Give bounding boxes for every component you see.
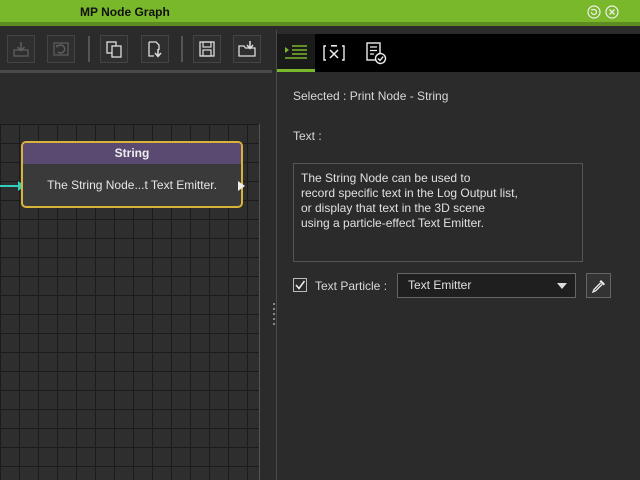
properties-icon (285, 44, 307, 59)
window-title: MP Node Graph (80, 5, 170, 19)
close-icon[interactable] (604, 4, 620, 20)
import-icon (13, 42, 29, 57)
toolbar-separator (181, 36, 183, 62)
graph-toolbar (0, 30, 272, 73)
chevron-down-icon (557, 283, 567, 289)
load-folder-icon (238, 41, 256, 57)
node-output-port[interactable] (238, 181, 245, 191)
properties-panel: Selected : Print Node - String Text : Th… (276, 30, 640, 480)
tab-log-checklist[interactable] (357, 34, 395, 72)
tab-properties[interactable] (277, 34, 315, 72)
node-body-text: The String Node...t Text Emitter. (47, 178, 217, 192)
text-field-label: Text : (293, 129, 322, 143)
panel-tab-bar (277, 34, 640, 72)
eyedropper-icon (591, 279, 605, 293)
save-icon (199, 41, 215, 57)
input-connection-edge[interactable] (0, 185, 19, 187)
load-folder-button[interactable] (233, 35, 261, 63)
toolbar-separator (88, 36, 90, 62)
pick-emitter-button[interactable] (586, 273, 611, 298)
log-checklist-icon (366, 42, 387, 65)
selected-node-label: Selected : Print Node - String (293, 89, 449, 103)
string-node[interactable]: String The String Node...t Text Emitter. (21, 141, 243, 208)
copy-button[interactable] (100, 35, 128, 63)
undo-button[interactable] (47, 35, 75, 63)
import-button[interactable] (7, 35, 35, 63)
title-bar: MP Node Graph (0, 0, 640, 26)
undo-icon (53, 42, 69, 56)
text-input[interactable]: The String Node can be used to record sp… (293, 163, 583, 262)
canvas-border (259, 124, 260, 480)
paste-button[interactable] (141, 35, 169, 63)
variables-icon (323, 45, 345, 61)
copy-icon (106, 41, 122, 58)
checkmark-icon (295, 280, 306, 290)
dropdown-value: Text Emitter (408, 278, 472, 292)
save-button[interactable] (193, 35, 221, 63)
text-particle-dropdown[interactable]: Text Emitter (397, 273, 576, 298)
node-header: String (23, 143, 241, 164)
text-particle-label: Text Particle : (315, 279, 388, 293)
refresh-icon[interactable] (586, 4, 602, 20)
text-particle-checkbox[interactable] (293, 278, 307, 292)
paste-icon (148, 41, 162, 58)
tab-variables[interactable] (315, 34, 353, 72)
